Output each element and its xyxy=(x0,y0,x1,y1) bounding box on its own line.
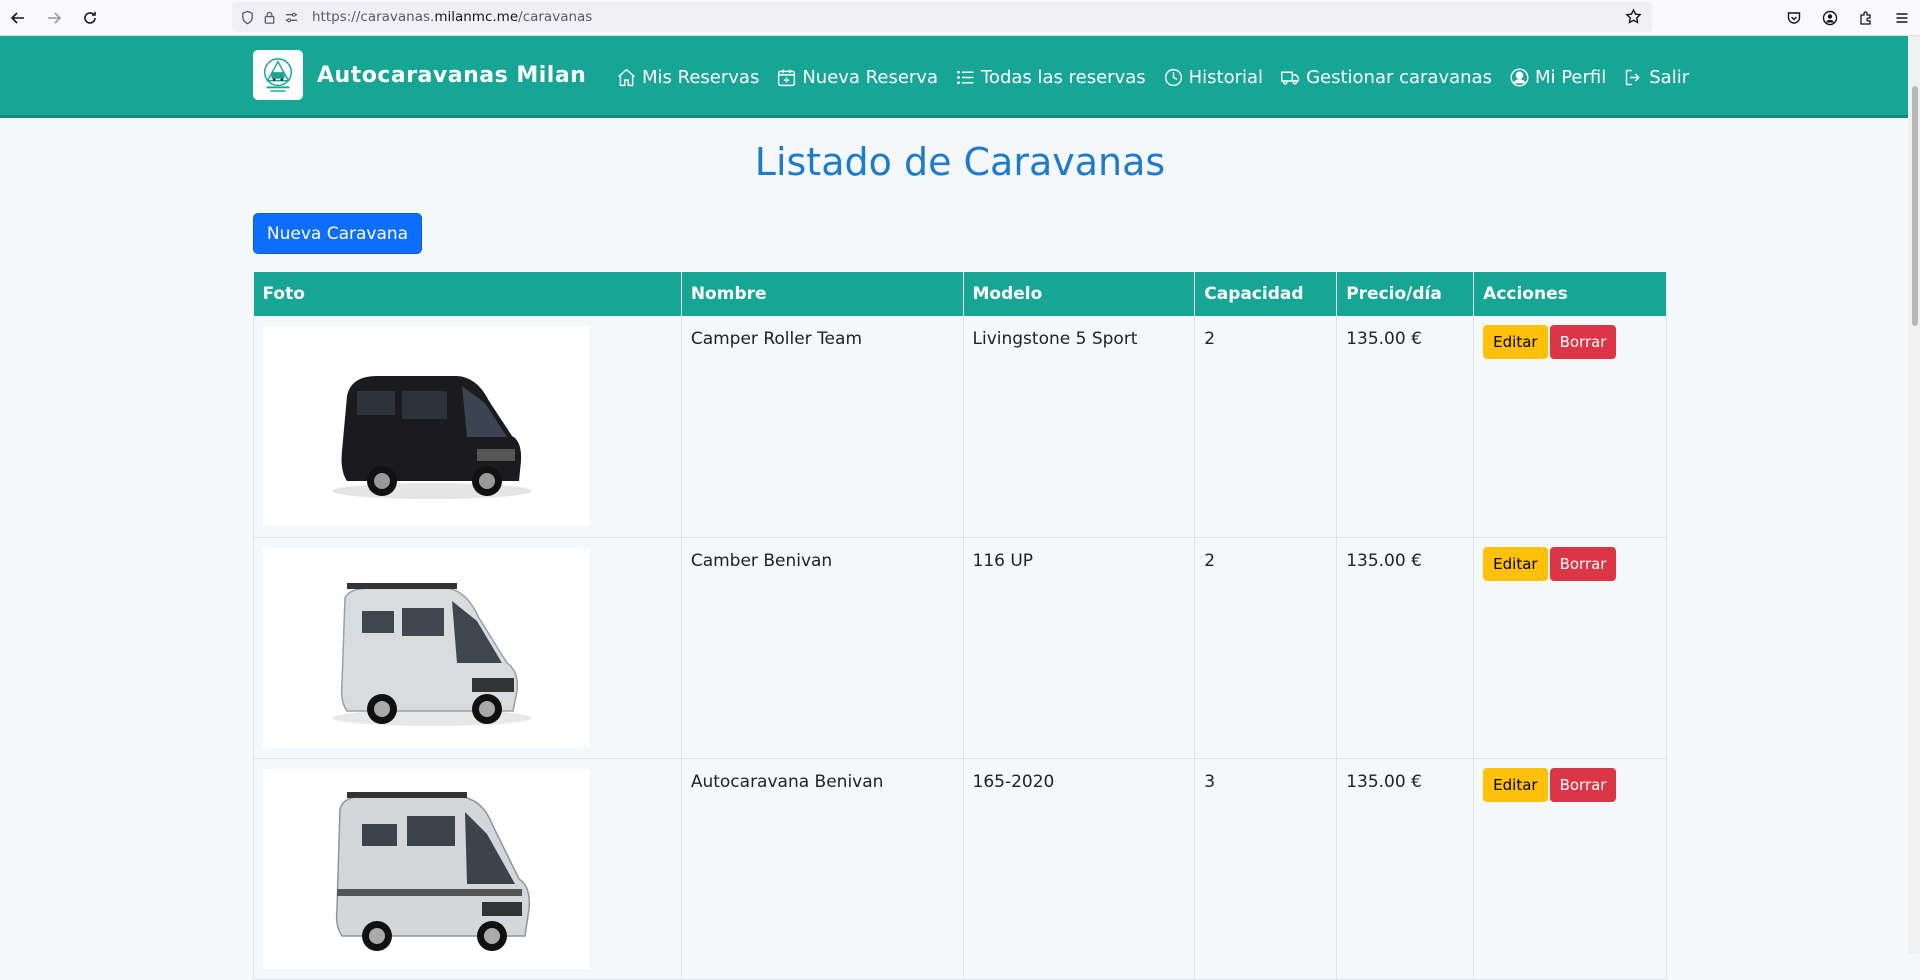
actions-cell: Editar Borrar xyxy=(1473,758,1667,980)
address-bar[interactable]: https://caravanas.milanmc.me/caravanas xyxy=(232,2,1652,32)
table-row: Camber Benivan 116 UP 2 135.00 € Editar B… xyxy=(253,537,1667,759)
new-caravan-button[interactable]: Nueva Caravana xyxy=(253,213,422,254)
nav-todas-reservas[interactable]: Todas las reservas xyxy=(955,67,1146,88)
nav-label: Mi Perfil xyxy=(1534,66,1607,88)
edit-button[interactable]: Editar xyxy=(1483,546,1548,581)
permissions-icon[interactable] xyxy=(280,2,302,32)
nav-label: Salir xyxy=(1649,66,1690,88)
actions-cell: Editar Borrar xyxy=(1473,316,1667,538)
browser-toolbar: https://caravanas.milanmc.me/caravanas xyxy=(0,0,1920,36)
list-icon xyxy=(957,70,974,84)
modelo-cell: 165-2020 xyxy=(963,758,1196,980)
brand-link[interactable]: Autocaravanas Milan xyxy=(253,50,586,100)
url-path: /caravanas xyxy=(518,9,593,25)
capacidad-cell: 2 xyxy=(1194,537,1338,759)
photo-cell xyxy=(253,537,682,759)
column-header-foto: Foto xyxy=(253,272,682,316)
van-image-icon xyxy=(335,791,530,951)
main-menu: Mis Reservas Nueva Reserva Todas las res… xyxy=(616,36,1706,118)
clock-icon xyxy=(1164,68,1182,86)
shield-icon[interactable] xyxy=(236,2,258,32)
caravan-photo xyxy=(263,547,590,748)
url-host: milanmc.me xyxy=(434,9,519,25)
nombre-cell: Autocaravana Benivan xyxy=(681,758,964,980)
modelo-cell: Livingstone 5 Sport xyxy=(963,316,1196,538)
nav-nueva-reserva[interactable]: Nueva Reserva xyxy=(776,67,938,88)
nav-historial[interactable]: Historial xyxy=(1163,67,1263,88)
url-prefix: https://caravanas. xyxy=(312,9,435,25)
nav-label: Historial xyxy=(1188,66,1264,88)
url-text[interactable]: https://caravanas.milanmc.me/caravanas xyxy=(312,9,592,25)
menu-hamburger-icon[interactable] xyxy=(1884,0,1920,36)
precio-cell: 135.00 € xyxy=(1336,316,1475,538)
page-scrollbar[interactable] xyxy=(1908,36,1920,954)
caravans-table: Foto Nombre Modelo Capacidad Precio/día … xyxy=(253,272,1667,980)
edit-button[interactable]: Editar xyxy=(1483,325,1548,359)
scrollbar-thumb[interactable] xyxy=(1912,86,1918,326)
page-title: Listado de Caravanas xyxy=(754,140,1166,184)
nav-label: Mis Reservas xyxy=(642,66,760,88)
column-header-precio: Precio/día xyxy=(1336,272,1475,316)
nav-salir[interactable]: Salir xyxy=(1623,67,1689,88)
delete-button[interactable]: Borrar xyxy=(1549,767,1617,802)
calendar-plus-icon xyxy=(778,69,796,86)
lock-icon[interactable] xyxy=(258,2,280,32)
nombre-cell: Camper Roller Team xyxy=(681,316,964,538)
truck-icon xyxy=(1281,71,1300,85)
caravan-photo xyxy=(263,326,590,526)
photo-cell xyxy=(253,758,682,980)
capacidad-cell: 3 xyxy=(1194,758,1338,980)
edit-button[interactable]: Editar xyxy=(1483,767,1548,802)
user-circle-icon xyxy=(1510,67,1529,87)
brand-name: Autocaravanas Milan xyxy=(317,62,587,88)
column-header-modelo: Modelo xyxy=(963,272,1196,316)
caravan-logo-icon xyxy=(263,58,293,92)
table-row: Camper Roller Team Livingstone 5 Sport 2… xyxy=(253,316,1667,538)
back-arrow-icon[interactable] xyxy=(0,0,36,36)
van-image-icon xyxy=(331,376,532,499)
account-icon[interactable] xyxy=(1812,0,1848,36)
home-icon xyxy=(618,68,635,86)
nav-label: Gestionar caravanas xyxy=(1306,66,1492,88)
nav-label: Nueva Reserva xyxy=(802,66,938,88)
modelo-cell: 116 UP xyxy=(963,537,1196,759)
precio-cell: 135.00 € xyxy=(1336,537,1475,759)
delete-button[interactable]: Borrar xyxy=(1549,325,1617,359)
pocket-icon[interactable] xyxy=(1776,0,1812,36)
table-header-row: Foto Nombre Modelo Capacidad Precio/día … xyxy=(253,272,1667,316)
capacidad-cell: 2 xyxy=(1194,316,1338,538)
nav-mis-reservas[interactable]: Mis Reservas xyxy=(616,67,759,88)
nav-gestionar-caravanas[interactable]: Gestionar caravanas xyxy=(1280,67,1492,88)
column-header-acciones: Acciones xyxy=(1473,272,1667,316)
table-row: Autocaravana Benivan 165-2020 3 135.00 €… xyxy=(253,758,1667,980)
column-header-capacidad: Capacidad xyxy=(1194,272,1338,316)
reload-icon[interactable] xyxy=(72,0,108,36)
nav-mi-perfil[interactable]: Mi Perfil xyxy=(1509,67,1606,88)
app-navbar: Autocaravanas Milan Mis Reservas Nueva R… xyxy=(0,36,1920,118)
delete-button[interactable]: Borrar xyxy=(1549,546,1617,581)
caravan-photo xyxy=(263,768,590,969)
brand-logo xyxy=(253,50,303,100)
nav-label: Todas las reservas xyxy=(981,66,1146,88)
bookmark-star-icon[interactable] xyxy=(1625,8,1642,29)
van-image-icon xyxy=(331,582,532,726)
logout-icon xyxy=(1626,69,1640,85)
column-header-nombre: Nombre xyxy=(681,272,964,316)
photo-cell xyxy=(253,316,682,538)
extensions-icon[interactable] xyxy=(1848,0,1884,36)
nombre-cell: Camber Benivan xyxy=(681,537,964,759)
actions-cell: Editar Borrar xyxy=(1473,537,1667,759)
precio-cell: 135.00 € xyxy=(1336,758,1475,980)
forward-arrow-icon[interactable] xyxy=(36,0,72,36)
